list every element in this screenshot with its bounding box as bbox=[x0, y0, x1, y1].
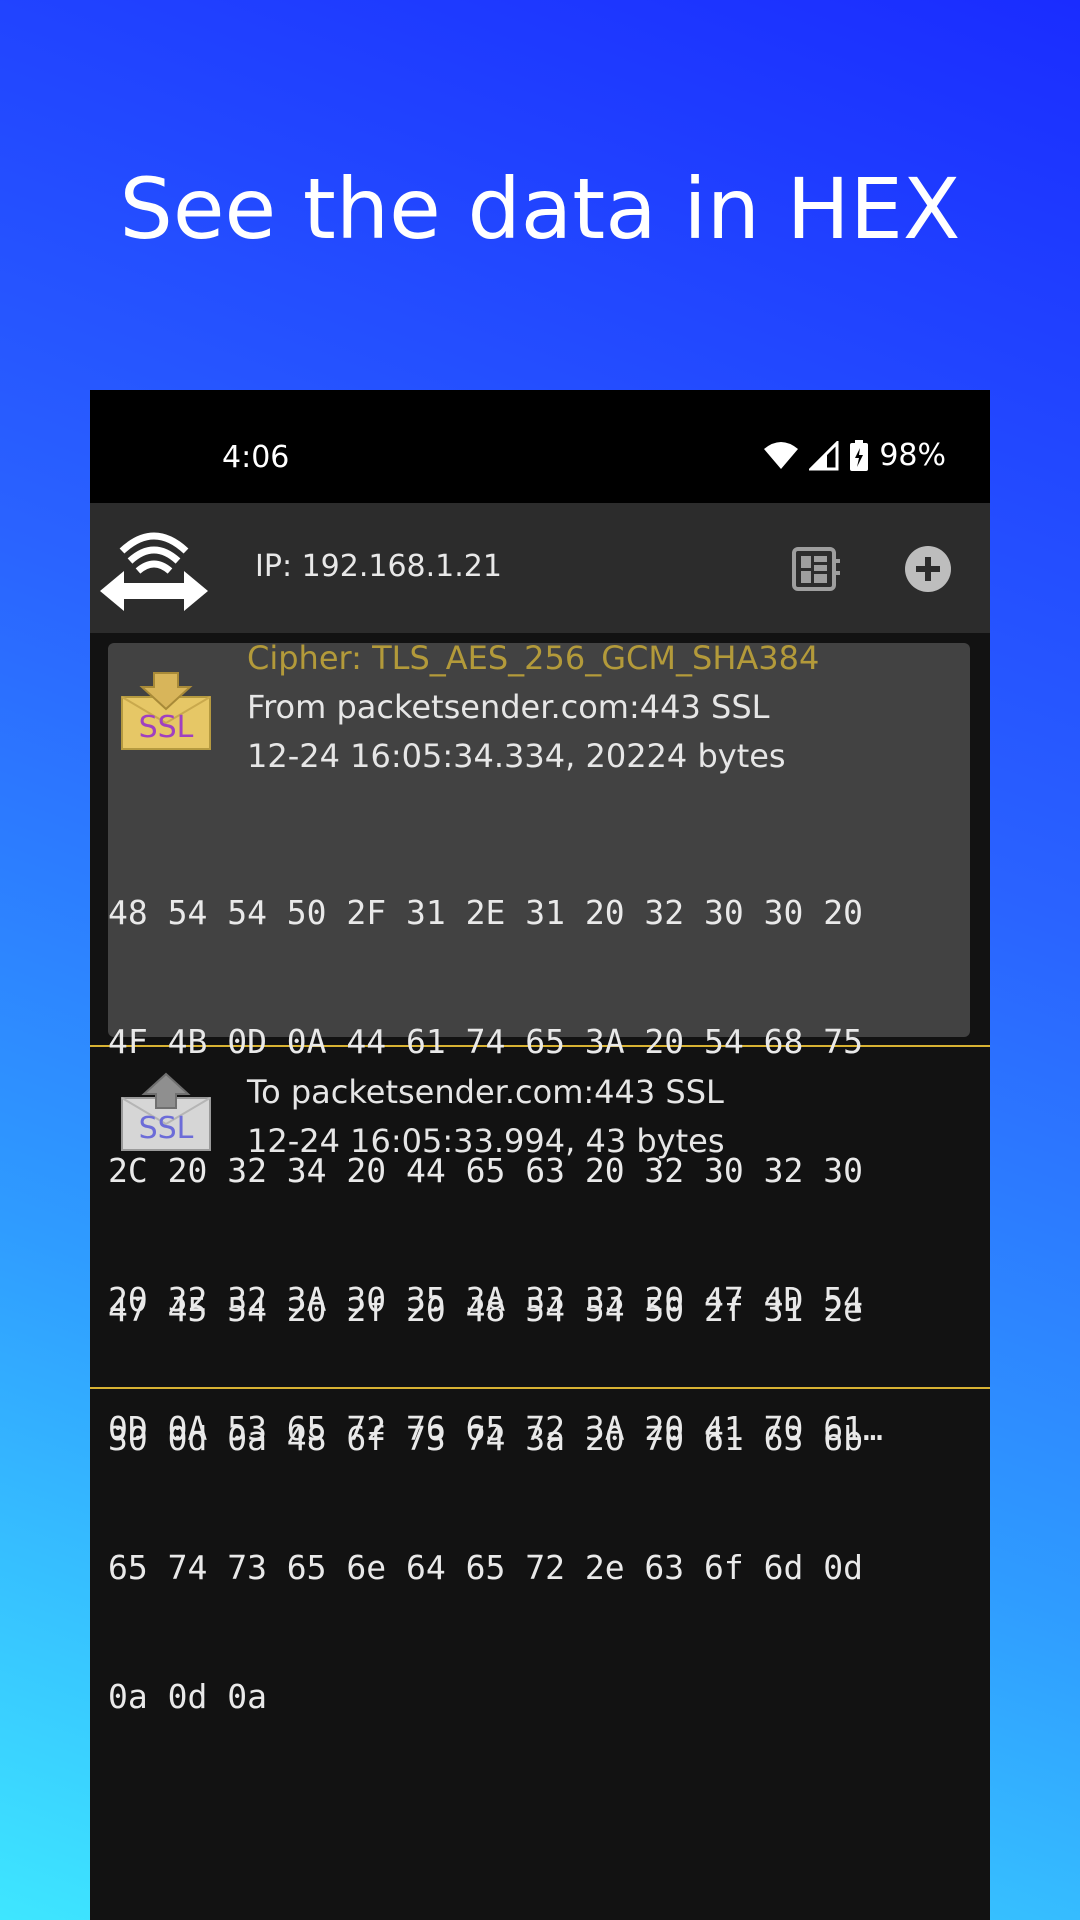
dashboard-icon[interactable] bbox=[790, 543, 842, 595]
packet-meta: 12-24 16:05:34.334, 20224 bytes bbox=[247, 737, 786, 775]
hex-dump: 47 45 54 20 2f 20 48 54 54 50 2f 31 2e 3… bbox=[108, 1202, 972, 1804]
list-item[interactable]: SSL Cipher: TLS_AES_256_GCM_SHA384 From … bbox=[90, 633, 990, 1448]
battery-percent: 98% bbox=[879, 438, 946, 473]
headline: See the data in HEX bbox=[119, 160, 961, 258]
svg-text:SSL: SSL bbox=[139, 1111, 194, 1146]
cipher-text: Cipher: TLS_AES_256_GCM_SHA384 bbox=[247, 639, 820, 677]
battery-icon bbox=[850, 439, 869, 471]
phone-screen: 4:06 98% IP: 192.168.1.21 SSL Cipher: TL… bbox=[90, 390, 990, 1920]
wifi-icon bbox=[764, 441, 799, 469]
hex-line: 30 0d 0a 48 6f 73 74 3a 20 70 61 63 6b bbox=[108, 1419, 863, 1458]
hex-line: 47 45 54 20 2f 20 48 54 54 50 2f 31 2e bbox=[108, 1290, 863, 1329]
add-icon[interactable] bbox=[902, 543, 954, 595]
list-item[interactable]: SSL To packetsender.com:443 SSL 12-24 16… bbox=[90, 1047, 990, 1716]
hex-line: 0a 0d 0a bbox=[108, 1677, 267, 1716]
app-bar: IP: 192.168.1.21 bbox=[90, 503, 990, 633]
packet-meta: 12-24 16:05:33.994, 43 bytes bbox=[247, 1122, 725, 1160]
ssl-incoming-icon: SSL bbox=[121, 672, 211, 750]
packet-source: To packetsender.com:443 SSL bbox=[247, 1073, 724, 1111]
signal-icon bbox=[809, 440, 839, 470]
packet-sender-logo bbox=[100, 532, 208, 611]
packet-list: SSL Cipher: TLS_AES_256_GCM_SHA384 From … bbox=[90, 633, 990, 1716]
status-time: 4:06 bbox=[222, 440, 290, 475]
packet-source: From packetsender.com:443 SSL bbox=[247, 688, 770, 726]
status-right: 98% bbox=[763, 438, 946, 473]
ip-address: IP: 192.168.1.21 bbox=[255, 549, 502, 584]
svg-text:SSL: SSL bbox=[139, 710, 194, 745]
hex-line: 65 74 73 65 6e 64 65 72 2e 63 6f 6d 0d bbox=[108, 1548, 863, 1587]
ssl-outgoing-icon: SSL bbox=[121, 1072, 211, 1151]
hex-line: 48 54 54 50 2F 31 2E 31 20 32 30 30 20 bbox=[108, 893, 863, 932]
status-bar: 4:06 98% bbox=[90, 390, 990, 503]
